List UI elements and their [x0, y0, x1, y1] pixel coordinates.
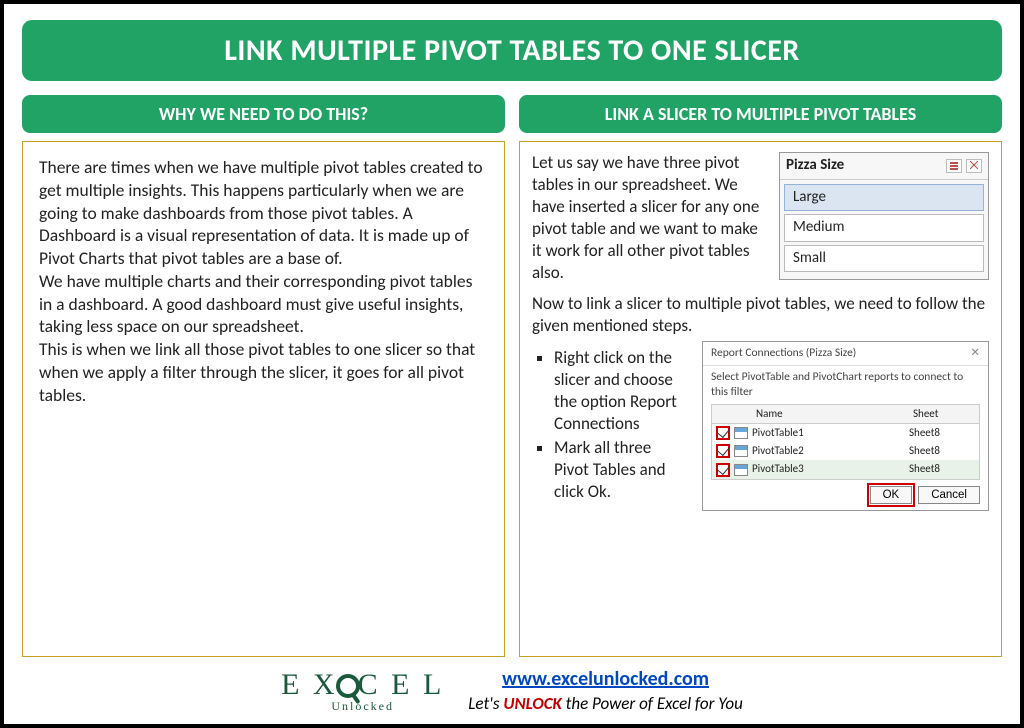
col-name: Name	[752, 405, 909, 423]
cancel-button[interactable]: Cancel	[918, 486, 980, 504]
left-column: WHY WE NEED TO DO THIS? There are times …	[22, 95, 505, 657]
left-paragraph-1: There are times when we have multiple pi…	[39, 156, 488, 270]
slicer-header: Pizza Size	[780, 153, 988, 180]
logo-subtext: Unlocked	[281, 700, 444, 712]
dialog-title-text: Report Connections (Pizza Size)	[711, 346, 856, 361]
step-2: Mark all three Pivot Tables and click Ok…	[554, 437, 692, 503]
pivot-icon	[734, 464, 748, 476]
slicer-item-small[interactable]: Small	[784, 245, 984, 273]
slicer-items: Large Medium Small	[780, 180, 988, 280]
steps-list: Right click on the slicer and choose the…	[554, 347, 692, 504]
intro-text: Let us say we have three pivot tables in…	[532, 152, 769, 285]
footer: E XC E L Unlocked www.excelunlocked.com …	[22, 657, 1002, 714]
table-row[interactable]: PivotTable3 Sheet8	[712, 460, 979, 478]
pivot-icon	[734, 445, 748, 457]
tagline-emphasis: UNLOCK	[503, 693, 561, 714]
report-connections-dialog: Report Connections (Pizza Size) ✕ Select…	[702, 341, 989, 511]
right-body: Let us say we have three pivot tables in…	[519, 141, 1002, 657]
slicer-panel[interactable]: Pizza Size Large Medium Small	[779, 152, 989, 280]
left-heading: WHY WE NEED TO DO THIS?	[22, 95, 505, 133]
mid-text: Now to link a slicer to multiple pivot t…	[532, 293, 989, 337]
table-row[interactable]: PivotTable2 Sheet8	[712, 442, 979, 460]
row-name: PivotTable1	[752, 424, 909, 442]
left-paragraph-3: This is when we link all those pivot tab…	[39, 338, 488, 406]
steps-list-wrap: Right click on the slicer and choose the…	[532, 341, 692, 506]
table-row[interactable]: PivotTable1 Sheet8	[712, 424, 979, 442]
row-sheet: Sheet8	[909, 460, 979, 478]
slicer-item-medium[interactable]: Medium	[784, 214, 984, 242]
right-column: LINK A SLICER TO MULTIPLE PIVOT TABLES L…	[519, 95, 1002, 657]
left-paragraph-2: We have multiple charts and their corres…	[39, 270, 488, 338]
footer-text: www.excelunlocked.com Let's UNLOCK the P…	[468, 667, 743, 714]
intro-row: Let us say we have three pivot tables in…	[532, 152, 989, 285]
row-name: PivotTable2	[752, 442, 909, 460]
pivot-icon	[734, 427, 748, 439]
col-sheet: Sheet	[909, 405, 979, 423]
dialog-subtitle: Select PivotTable and PivotChart reports…	[703, 366, 988, 404]
row-name: PivotTable3	[752, 460, 909, 478]
content-columns: WHY WE NEED TO DO THIS? There are times …	[22, 95, 1002, 657]
checkbox-icon[interactable]	[716, 426, 730, 440]
left-body: There are times when we have multiple pi…	[22, 141, 505, 657]
checkbox-icon[interactable]	[716, 463, 730, 477]
slicer-toolbar	[946, 159, 982, 173]
checkbox-icon[interactable]	[716, 444, 730, 458]
step-1: Right click on the slicer and choose the…	[554, 347, 692, 435]
clear-filter-icon[interactable]	[966, 159, 982, 173]
slicer-title: Pizza Size	[786, 156, 844, 176]
dialog-table: Name Sheet PivotTable1 Sheet8	[711, 404, 980, 480]
table-header: Name Sheet	[712, 405, 979, 424]
magnifier-icon	[336, 674, 360, 698]
dialog-buttons: OK Cancel	[703, 480, 988, 510]
tagline: Let's UNLOCK the Power of Excel for You	[468, 693, 743, 714]
page-title: LINK MULTIPLE PIVOT TABLES TO ONE SLICER	[22, 20, 1002, 81]
page-frame: LINK MULTIPLE PIVOT TABLES TO ONE SLICER…	[0, 0, 1024, 728]
right-heading: LINK A SLICER TO MULTIPLE PIVOT TABLES	[519, 95, 1002, 133]
tagline-pre: Let's	[468, 693, 503, 714]
website-link[interactable]: www.excelunlocked.com	[502, 667, 709, 691]
ok-button[interactable]: OK	[870, 486, 913, 504]
dialog-titlebar: Report Connections (Pizza Size) ✕	[703, 342, 988, 366]
row-sheet: Sheet8	[909, 424, 979, 442]
close-icon[interactable]: ✕	[970, 346, 980, 361]
row-sheet: Sheet8	[909, 442, 979, 460]
steps-row: Right click on the slicer and choose the…	[532, 341, 989, 511]
tagline-post: the Power of Excel for You	[562, 693, 743, 714]
multiselect-icon[interactable]	[946, 159, 962, 173]
logo: E XC E L Unlocked	[281, 670, 444, 712]
slicer-item-large[interactable]: Large	[784, 184, 984, 212]
